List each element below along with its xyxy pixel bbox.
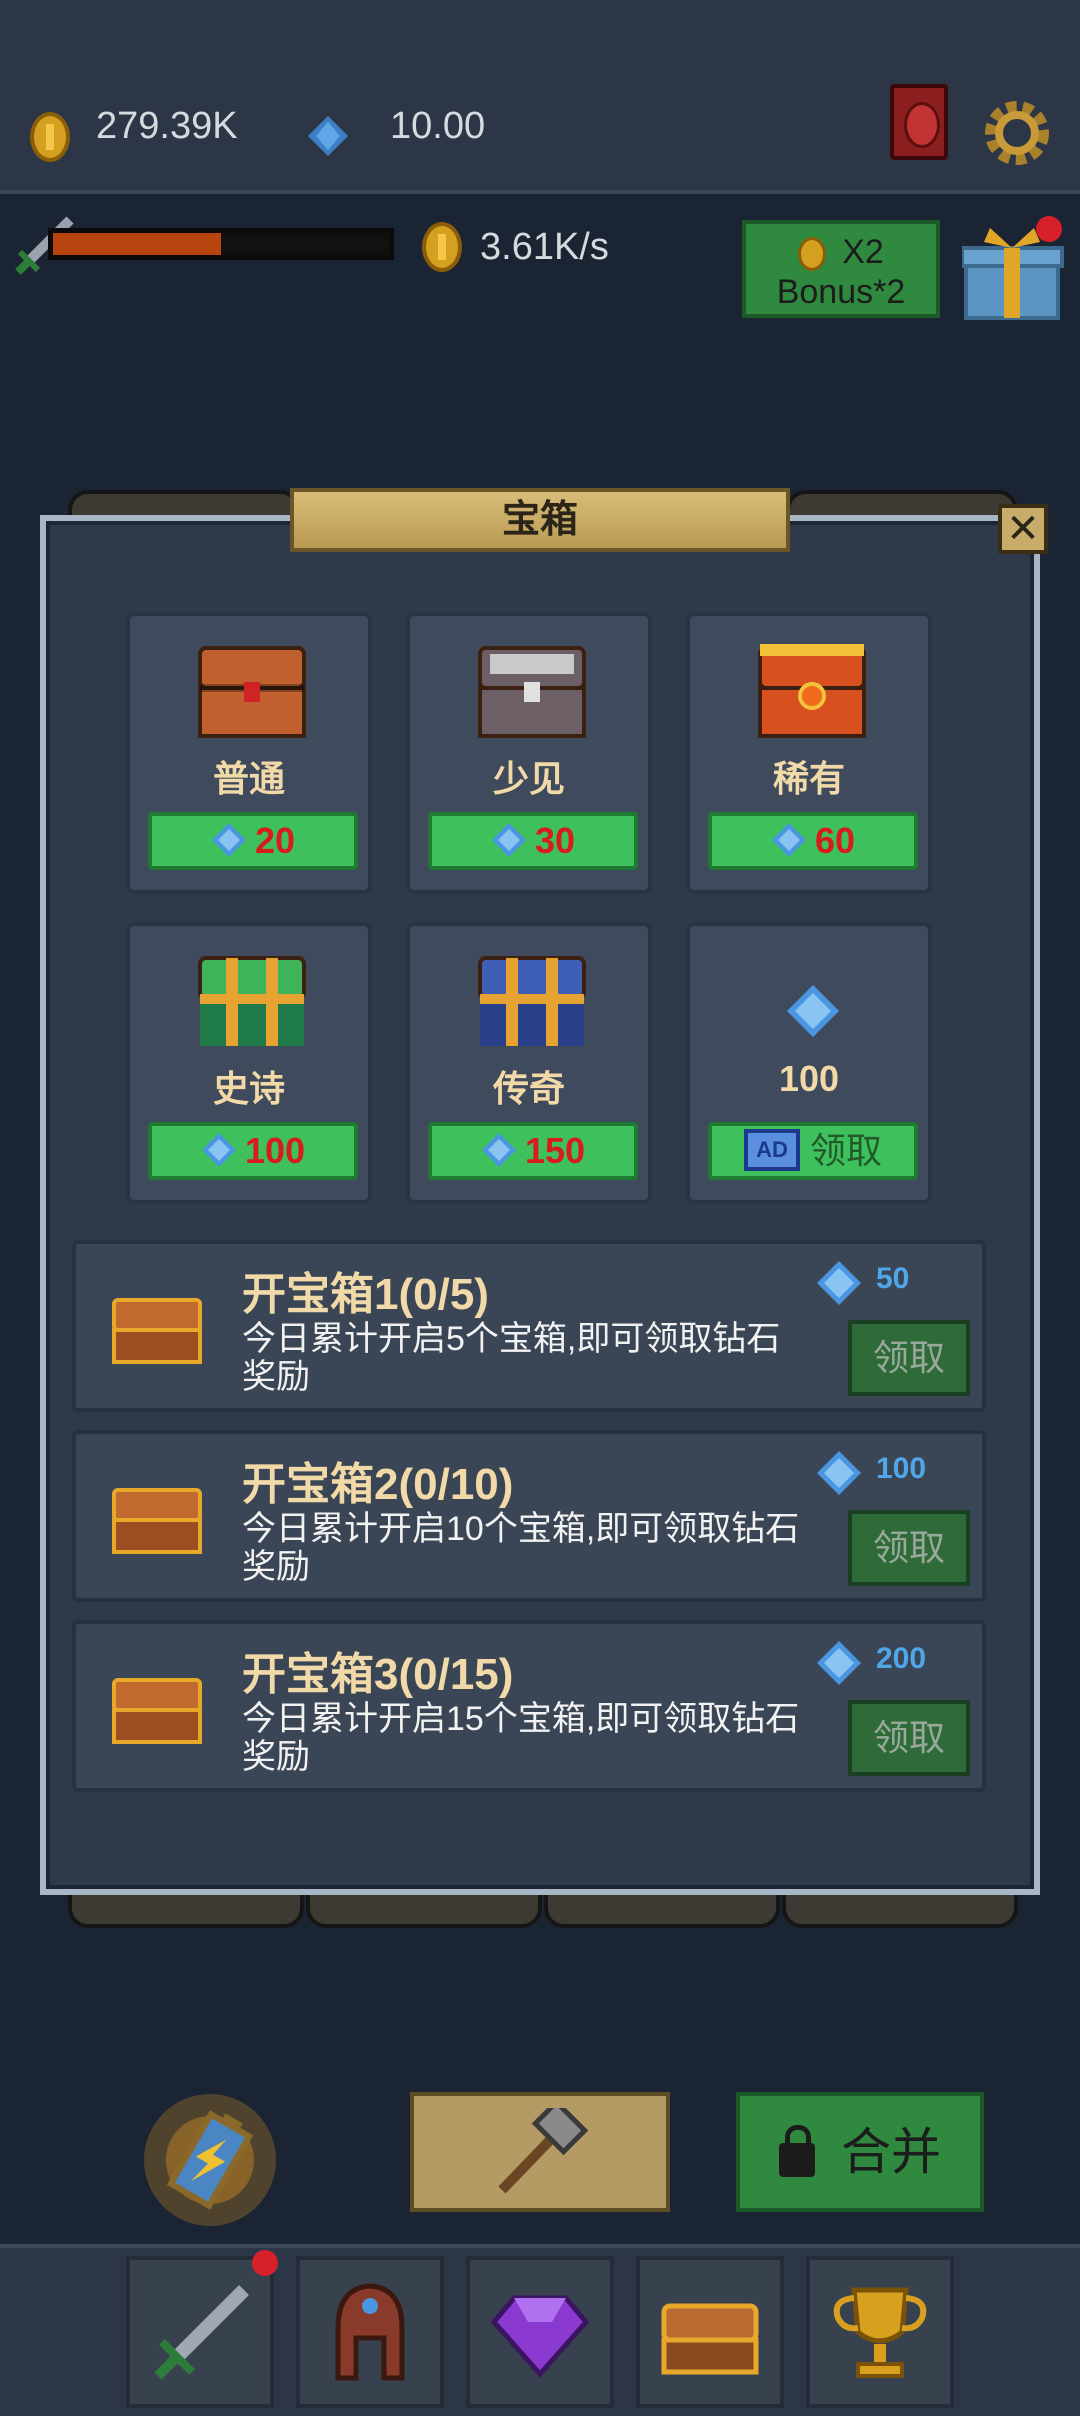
nav-achievements[interactable] [806,2256,954,2408]
watch-ad-claim-button[interactable]: AD 领取 [708,1122,918,1180]
chest-name: 史诗 [212,1068,285,1109]
treasure-chest-icon [112,1488,202,1554]
chest-card-epic[interactable]: 史诗 100 [126,922,372,1204]
gem-icon [771,823,806,858]
gem-icon [201,1133,236,1168]
chest-name: 普通 [212,758,285,799]
task-reward: 200 [876,1642,927,1675]
treasure-chest-icon [661,2303,759,2375]
gem-icon [817,1261,861,1305]
chest-card-legendary[interactable]: 传奇 150 [406,922,652,1204]
hammer-icon [498,2108,588,2194]
bonus-multiplier-text: X2 [842,233,884,271]
chest-card-uncommon[interactable]: 少见 30 [406,612,652,894]
task-row: 开宝箱2(0/10) 今日累计开启10个宝箱,即可领取钻石奖励 100 领取 [72,1430,986,1602]
task-reward: 50 [876,1262,910,1295]
task-description: 今日累计开启5个宝箱,即可领取钻石奖励 [242,1320,781,1396]
gem-icon [817,1641,861,1685]
x2-bonus-button[interactable]: X2 Bonus*2 [742,220,940,318]
rare-chest-icon [758,644,866,738]
tv-ad-icon: AD [743,1129,800,1172]
task-title: 开宝箱3(0/15) [242,1650,514,1699]
purple-gem-icon [490,2295,590,2378]
gem-amount: 10.00 [390,105,486,147]
task-description: 今日累计开启15个宝箱,即可领取钻石奖励 [242,1700,800,1776]
buy-chest-button[interactable]: 20 [148,812,358,870]
trophy-icon [833,2287,927,2378]
gem-icon [787,985,839,1037]
task-title: 开宝箱1(0/5) [242,1270,489,1319]
chest-price: 60 [814,820,856,861]
task-row: 开宝箱3(0/15) 今日累计开启15个宝箱,即可领取钻石奖励 200 领取 [72,1620,986,1792]
sword-icon [154,2285,249,2380]
attack-progress-bar [48,228,394,260]
bonus-coin-icon [798,237,827,272]
income-coin-icon [422,222,462,272]
gold-amount: 279.39K [96,105,238,147]
task-claim-button[interactable]: 领取 [848,1510,970,1586]
gem-icon [481,1133,516,1168]
ad-gem-reward-card[interactable]: 100 AD 领取 [686,922,932,1204]
gem-icon [491,823,526,858]
buy-chest-button[interactable]: 60 [708,812,918,870]
gold-coin-icon [30,112,70,162]
uncommon-chest-icon [478,646,586,738]
buy-chest-button[interactable]: 30 [428,812,638,870]
nav-chests[interactable] [636,2256,784,2408]
claim-label: 领取 [809,1130,882,1171]
chest-price: 150 [524,1130,586,1171]
nav-armor[interactable] [296,2256,444,2408]
attack-progress-fill [53,233,221,255]
hammer-craft-button[interactable] [410,2092,670,2212]
settings-gear-icon[interactable] [982,98,1052,168]
chest-price: 20 [254,820,296,861]
gem-icon [211,823,246,858]
chest-name: 传奇 [492,1068,565,1109]
merge-button[interactable]: 合并 [736,2092,984,2212]
task-reward: 100 [876,1452,927,1485]
weapons-notification-dot [252,2250,278,2276]
buy-chest-button[interactable]: 150 [428,1122,638,1180]
gem-icon [308,116,348,156]
treasure-chest-icon [112,1678,202,1744]
treasure-chest-icon [112,1298,202,1364]
book-emblem [904,102,940,148]
close-button[interactable]: ✕ [998,504,1048,554]
codex-book-icon[interactable] [890,84,948,160]
energy-battery-icon[interactable] [140,2090,280,2230]
task-claim-button[interactable]: 领取 [848,1700,970,1776]
gift-notification-dot [1036,216,1062,242]
chest-price: 30 [534,820,576,861]
task-row: 开宝箱1(0/5) 今日累计开启5个宝箱,即可领取钻石奖励 50 领取 [72,1240,986,1412]
chest-price: 100 [244,1130,306,1171]
merge-label: 合并 [841,2124,941,2180]
task-title: 开宝箱2(0/10) [242,1460,514,1509]
income-rate: 3.61K/s [480,226,609,268]
panel-title: 宝箱 [290,488,790,552]
lock-icon [779,2124,815,2177]
chest-name: 少见 [492,758,565,799]
nav-weapons[interactable] [126,2256,274,2408]
chest-name: 稀有 [772,758,845,799]
nav-gems[interactable] [466,2256,614,2408]
epic-chest-icon [198,956,306,1046]
task-description: 今日累计开启10个宝箱,即可领取钻石奖励 [242,1510,800,1586]
legendary-chest-icon [478,956,586,1046]
ad-reward-amount: 100 [778,1058,840,1099]
gem-icon [817,1451,861,1495]
common-chest-icon [198,646,306,738]
buy-chest-button[interactable]: 100 [148,1122,358,1180]
task-claim-button[interactable]: 领取 [848,1320,970,1396]
helmet-icon [335,2283,405,2381]
chest-card-common[interactable]: 普通 20 [126,612,372,894]
bonus-line2: Bonus*2 [776,273,906,311]
bonus-line1: X2 [746,232,936,272]
chest-card-rare[interactable]: 稀有 60 [686,612,932,894]
